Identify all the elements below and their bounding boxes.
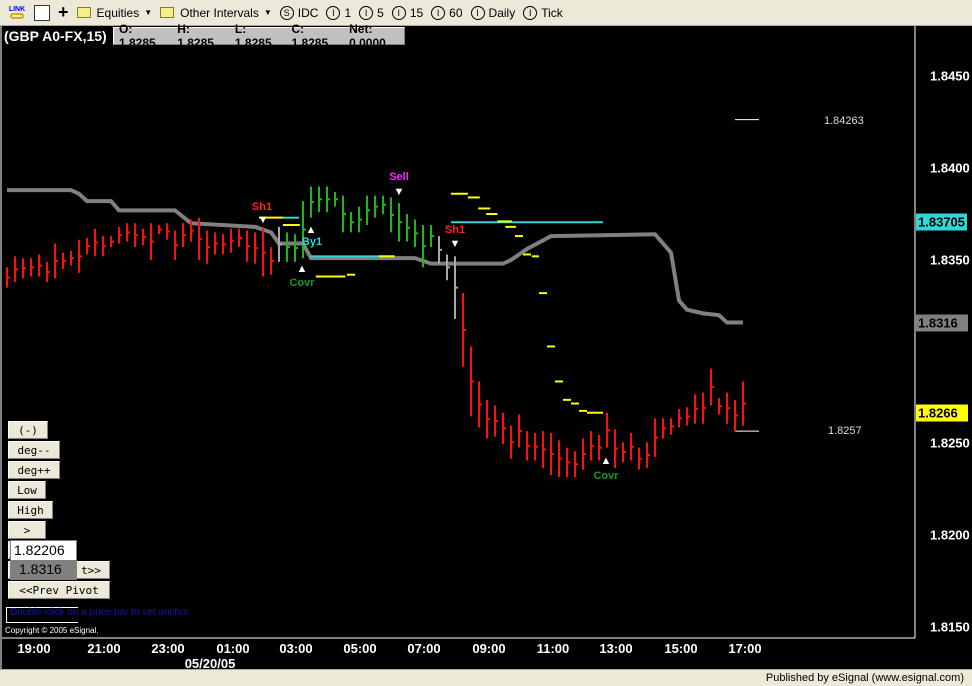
next-button[interactable]: >: [8, 521, 46, 539]
high-value: H: 1.8285: [177, 22, 214, 50]
net-value: Net: 0.0000: [349, 22, 386, 50]
signal-covr: Covr: [289, 277, 315, 289]
symbol-label: (GBP A0-FX,15): [4, 28, 107, 44]
prev-pivot-button[interactable]: <<Prev Pivot: [8, 581, 110, 599]
time-tick: 07:00: [407, 641, 441, 656]
signal-by1: By1: [301, 236, 323, 248]
arrow-down-icon: ▼: [257, 214, 269, 226]
price-popup[interactable]: 1.82206 1.8316: [10, 540, 77, 580]
signal-sh1: Sh1: [251, 201, 273, 213]
level-label: 1.8257: [828, 425, 862, 437]
time-tick: 11:00: [536, 641, 570, 656]
signal-sh1: Sh1: [444, 224, 466, 236]
line-price-box: 1.8316: [916, 314, 968, 332]
time-tick: 03:00: [279, 641, 313, 656]
target-price-box: 1.83705: [916, 213, 967, 231]
level-label: 1.84263: [824, 115, 864, 127]
price-tick: 1.8400: [930, 160, 970, 176]
close-value: C: 1.8285: [291, 22, 329, 50]
hint-text: Double-click on a price bar to set ancho…: [10, 607, 192, 618]
stop-price-box: 1.8266: [916, 404, 968, 422]
copyright-text: Copyright © 2005 eSignal.: [5, 626, 99, 635]
low-button[interactable]: Low: [8, 481, 46, 499]
price-tick: 1.8450: [930, 68, 970, 84]
time-tick: 23:00: [151, 641, 185, 656]
high-button[interactable]: High: [8, 501, 53, 519]
degree-decrease-button[interactable]: deg--: [8, 441, 60, 459]
arrow-up-icon: ▲: [305, 224, 317, 236]
signal-covr: Covr: [593, 470, 619, 482]
time-tick: 19:00: [17, 641, 51, 656]
time-tick: 21:00: [87, 641, 121, 656]
signal-sell: Sell: [389, 171, 409, 183]
time-tick: 15:00: [664, 641, 698, 656]
time-tick: 09:00: [472, 641, 506, 656]
popup-value[interactable]: 1.82206: [11, 541, 76, 560]
price-chart[interactable]: [0, 0, 972, 669]
degree-increase-button[interactable]: deg++: [8, 461, 60, 479]
price-tick: 1.8150: [930, 619, 970, 635]
price-tick: 1.8250: [930, 435, 970, 451]
time-tick: 13:00: [599, 641, 633, 656]
arrow-down-icon: ▼: [449, 238, 461, 250]
time-tick: 17:00: [728, 641, 762, 656]
price-tick: 1.8350: [930, 252, 970, 268]
open-value: O: 1.8285: [119, 22, 156, 50]
minus-button[interactable]: (-): [8, 421, 48, 439]
status-bar: Published by eSignal (www.esignal.com): [0, 669, 972, 686]
time-tick: 05:00: [343, 641, 377, 656]
popup-value-selected[interactable]: 1.8316: [11, 560, 76, 579]
arrow-up-icon: ▲: [296, 263, 308, 275]
arrow-down-icon: ▼: [393, 186, 405, 198]
arrow-up-icon: ▲: [600, 455, 612, 467]
ohlc-readout: O: 1.8285 H: 1.8285 L: 1.8285 C: 1.8285 …: [113, 22, 405, 50]
price-tick: 1.8200: [930, 527, 970, 543]
low-value: L: 1.8285: [234, 22, 272, 50]
time-tick: 01:00: [216, 641, 250, 656]
